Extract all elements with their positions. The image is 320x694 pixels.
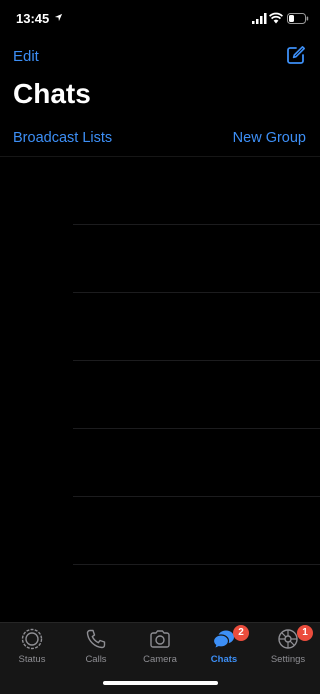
- broadcast-lists-link[interactable]: Broadcast Lists: [13, 130, 112, 146]
- status-icon: [21, 628, 43, 650]
- camera-icon: [150, 630, 170, 648]
- row-divider: [73, 564, 320, 565]
- tab-label: Camera: [143, 654, 177, 665]
- status-time: 13:45: [16, 11, 50, 26]
- tab-chats[interactable]: 2 Chats: [192, 623, 256, 673]
- tab-label: Calls: [85, 654, 107, 665]
- chat-list-item[interactable]: [0, 225, 320, 293]
- chat-list-item[interactable]: [0, 293, 320, 361]
- tab-calls[interactable]: Calls: [64, 623, 128, 673]
- status-bar: 13:45: [0, 0, 320, 40]
- chat-list-item[interactable]: [0, 429, 320, 497]
- chat-list-item[interactable]: [0, 157, 320, 225]
- new-group-link[interactable]: New Group: [233, 130, 306, 146]
- signal-icon: [252, 13, 267, 24]
- chat-list-item[interactable]: [0, 497, 320, 565]
- battery-icon: [287, 13, 309, 24]
- phone-icon: [86, 629, 106, 649]
- tab-camera[interactable]: Camera: [128, 623, 192, 673]
- tab-label: Settings: [270, 654, 306, 665]
- chats-icon: [213, 630, 234, 648]
- wifi-icon: [269, 12, 283, 24]
- location-arrow-icon: [54, 13, 63, 22]
- edit-button[interactable]: Edit: [13, 48, 39, 65]
- tab-label: Chats: [210, 654, 238, 665]
- tab-settings[interactable]: 1 Settings: [256, 623, 320, 673]
- home-indicator[interactable]: [103, 681, 218, 685]
- chat-list: [0, 157, 320, 623]
- chat-list-item[interactable]: [0, 361, 320, 429]
- tab-label: Status: [18, 654, 46, 665]
- tab-status[interactable]: Status: [0, 623, 64, 673]
- unread-badge: 2: [233, 625, 249, 641]
- compose-icon[interactable]: [286, 45, 306, 65]
- chat-actions-row: Broadcast Lists New Group: [0, 126, 320, 154]
- settings-gear-icon: [278, 629, 298, 649]
- notification-badge: 1: [297, 625, 313, 641]
- navigation-bar: Edit: [0, 40, 320, 82]
- page-title: Chats: [13, 78, 91, 109]
